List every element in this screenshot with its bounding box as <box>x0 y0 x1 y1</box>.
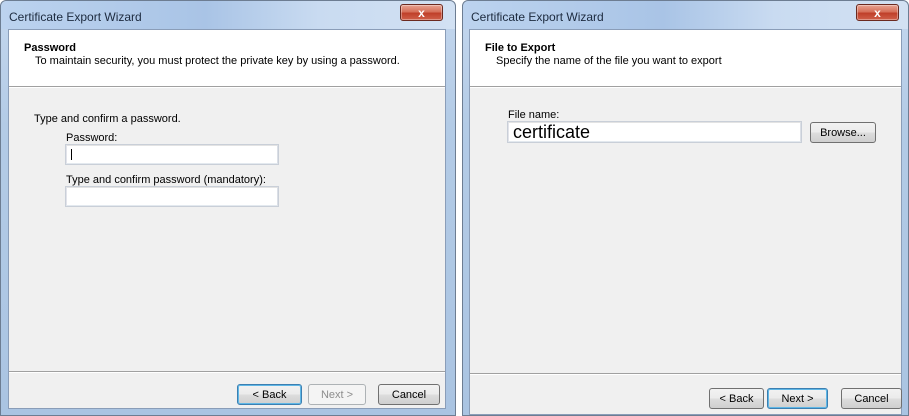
header-title: Password <box>24 42 76 54</box>
header-separator <box>9 86 445 88</box>
window-title: Certificate Export Wizard <box>9 10 142 24</box>
password-input[interactable] <box>65 144 279 165</box>
window-title: Certificate Export Wizard <box>471 10 604 24</box>
header-title: File to Export <box>485 42 556 54</box>
next-button[interactable]: Next > <box>767 388 828 409</box>
browse-button[interactable]: Browse... <box>810 122 876 143</box>
password-prompt: Type and confirm a password. <box>34 113 181 125</box>
header-description: Specify the name of the file you want to… <box>496 55 722 67</box>
close-button[interactable]: x <box>400 4 443 21</box>
footer-separator <box>470 373 901 375</box>
file-name-input[interactable]: certificate <box>507 121 802 143</box>
file-to-export-dialog: Certificate Export Wizard x File to Expo… <box>462 0 909 416</box>
close-icon: x <box>418 5 425 20</box>
file-name-value: certificate <box>513 122 591 142</box>
password-label: Password: <box>66 132 118 144</box>
back-button[interactable]: < Back <box>237 384 302 405</box>
confirm-password-input[interactable] <box>65 186 279 207</box>
back-button[interactable]: < Back <box>709 388 764 409</box>
header-description: To maintain security, you must protect t… <box>35 55 400 67</box>
title-bar[interactable]: Certificate Export Wizard x <box>1 1 455 29</box>
wizard-header: File to Export Specify the name of the f… <box>470 30 901 86</box>
cancel-button[interactable]: Cancel <box>378 384 440 405</box>
wizard-body: Password To maintain security, you must … <box>8 29 446 409</box>
footer-separator <box>9 371 445 373</box>
confirm-password-label: Type and confirm password (mandatory): <box>66 174 266 186</box>
wizard-header: Password To maintain security, you must … <box>9 30 445 86</box>
text-caret <box>71 149 72 160</box>
file-name-label: File name: <box>508 109 560 121</box>
cancel-button[interactable]: Cancel <box>841 388 902 409</box>
password-dialog: Certificate Export Wizard x Password To … <box>0 0 456 416</box>
close-icon: x <box>874 5 881 20</box>
wizard-body: File to Export Specify the name of the f… <box>469 29 902 415</box>
close-button[interactable]: x <box>856 4 899 21</box>
next-button[interactable]: Next > <box>308 384 366 405</box>
header-separator <box>470 86 901 88</box>
title-bar[interactable]: Certificate Export Wizard x <box>463 1 908 29</box>
